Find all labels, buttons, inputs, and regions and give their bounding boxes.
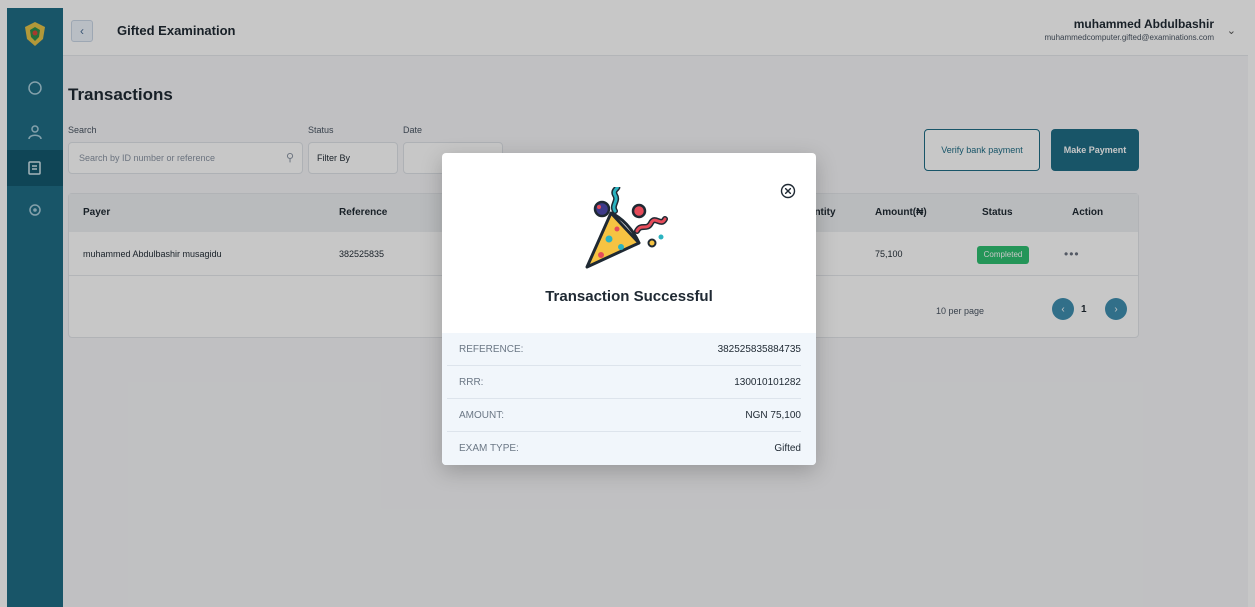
detail-row-reference: REFERENCE: 382525835884735 bbox=[447, 333, 801, 366]
detail-label: RRR: bbox=[459, 377, 484, 388]
detail-label: EXAM TYPE: bbox=[459, 443, 519, 454]
detail-row-exam-type: EXAM TYPE: Gifted bbox=[447, 432, 801, 465]
detail-row-amount: AMOUNT: NGN 75,100 bbox=[447, 399, 801, 432]
modal-title: Transaction Successful bbox=[545, 288, 713, 305]
transaction-success-modal: Transaction Successful REFERENCE: 382525… bbox=[442, 153, 816, 465]
detail-row-rrr: RRR: 130010101282 bbox=[447, 366, 801, 399]
detail-label: AMOUNT: bbox=[459, 410, 504, 421]
detail-value: NGN 75,100 bbox=[745, 410, 801, 421]
transaction-details: REFERENCE: 382525835884735 RRR: 13001010… bbox=[442, 333, 816, 465]
detail-value: Gifted bbox=[774, 443, 801, 454]
detail-value: 382525835884735 bbox=[717, 344, 801, 355]
detail-value: 130010101282 bbox=[734, 377, 801, 388]
detail-label: REFERENCE: bbox=[459, 344, 524, 355]
party-popper-icon bbox=[585, 187, 668, 269]
close-icon[interactable] bbox=[780, 183, 796, 199]
